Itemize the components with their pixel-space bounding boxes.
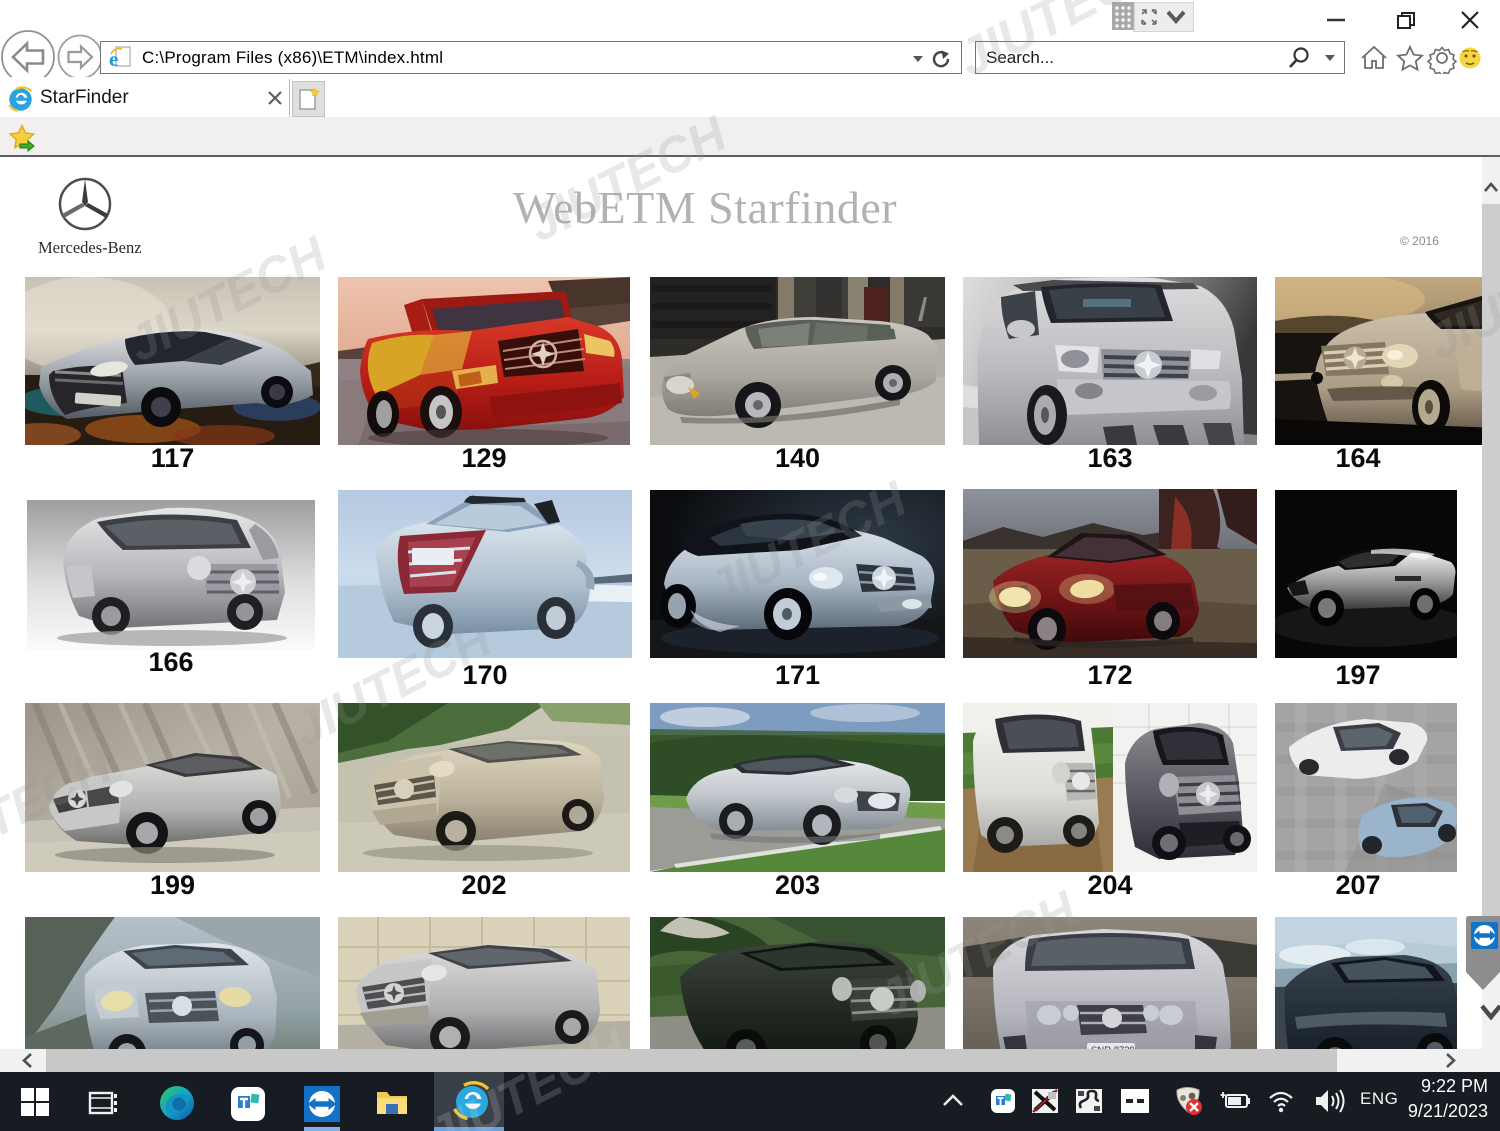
svg-text:Mercedes-Benz: Mercedes-Benz bbox=[38, 238, 142, 257]
